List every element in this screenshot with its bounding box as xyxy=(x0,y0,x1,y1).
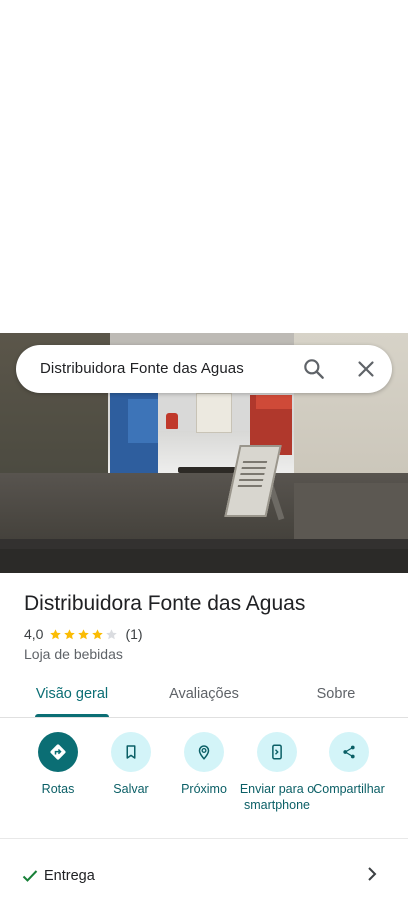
photo-ramp xyxy=(294,483,408,543)
close-icon[interactable] xyxy=(353,356,379,382)
photo-gutter xyxy=(0,549,408,573)
star-filled-icon xyxy=(50,628,62,639)
photo-curb xyxy=(0,539,408,549)
nearby-label: Próximo xyxy=(181,782,227,796)
review-count: (1) xyxy=(125,626,143,642)
nearby-button[interactable]: Próximo xyxy=(164,732,244,797)
section-divider xyxy=(0,838,408,839)
send-to-phone-label: Enviar para o smartphone xyxy=(239,782,315,812)
photo-beam xyxy=(108,333,294,345)
share-icon xyxy=(329,732,369,772)
photo-red-container xyxy=(166,413,178,429)
directions-button[interactable]: Rotas xyxy=(18,732,98,797)
photo-red-crates-top xyxy=(256,395,292,409)
star-filled-icon xyxy=(92,628,104,639)
rating-stars xyxy=(49,628,119,641)
place-title: Distribuidora Fonte das Aguas xyxy=(24,592,306,615)
directions-icon xyxy=(38,732,78,772)
search-input[interactable]: Distribuidora Fonte das Aguas xyxy=(40,360,244,377)
chevron-right-icon[interactable] xyxy=(364,865,380,883)
rating-row[interactable]: 4,0 (1) xyxy=(24,625,143,643)
delivery-label: Entrega xyxy=(44,868,95,884)
share-label: Compartilhar xyxy=(313,782,385,796)
bookmark-icon xyxy=(111,732,151,772)
tab-about[interactable]: Sobre xyxy=(312,686,360,702)
tab-reviews[interactable]: Avaliações xyxy=(166,686,242,702)
star-filled-icon xyxy=(78,628,90,639)
photo-water-bottles xyxy=(128,399,158,443)
send-to-phone-icon xyxy=(257,732,297,772)
directions-label: Rotas xyxy=(41,782,75,796)
save-button[interactable]: Salvar xyxy=(91,732,171,797)
active-tab-indicator xyxy=(35,714,109,717)
photo-cooler xyxy=(196,393,232,433)
check-icon xyxy=(22,869,38,883)
place-category[interactable]: Loja de bebidas xyxy=(24,646,123,662)
save-label: Salvar xyxy=(113,782,149,796)
star-empty-icon xyxy=(106,628,118,639)
rating-value: 4,0 xyxy=(24,626,44,642)
tab-bar: Visão geral Avaliações Sobre xyxy=(0,676,408,718)
search-bar[interactable]: Distribuidora Fonte das Aguas xyxy=(16,345,392,393)
send-to-phone-button[interactable]: Enviar para o smartphone xyxy=(237,732,317,813)
search-icon[interactable] xyxy=(301,356,327,382)
star-filled-icon xyxy=(64,628,76,639)
nearby-icon xyxy=(184,732,224,772)
share-button[interactable]: Compartilhar xyxy=(309,732,389,797)
tab-overview[interactable]: Visão geral xyxy=(35,686,109,702)
action-buttons: Rotas Salvar Próximo Enviar para o smart… xyxy=(0,732,408,836)
delivery-row[interactable]: Entrega xyxy=(0,852,408,892)
